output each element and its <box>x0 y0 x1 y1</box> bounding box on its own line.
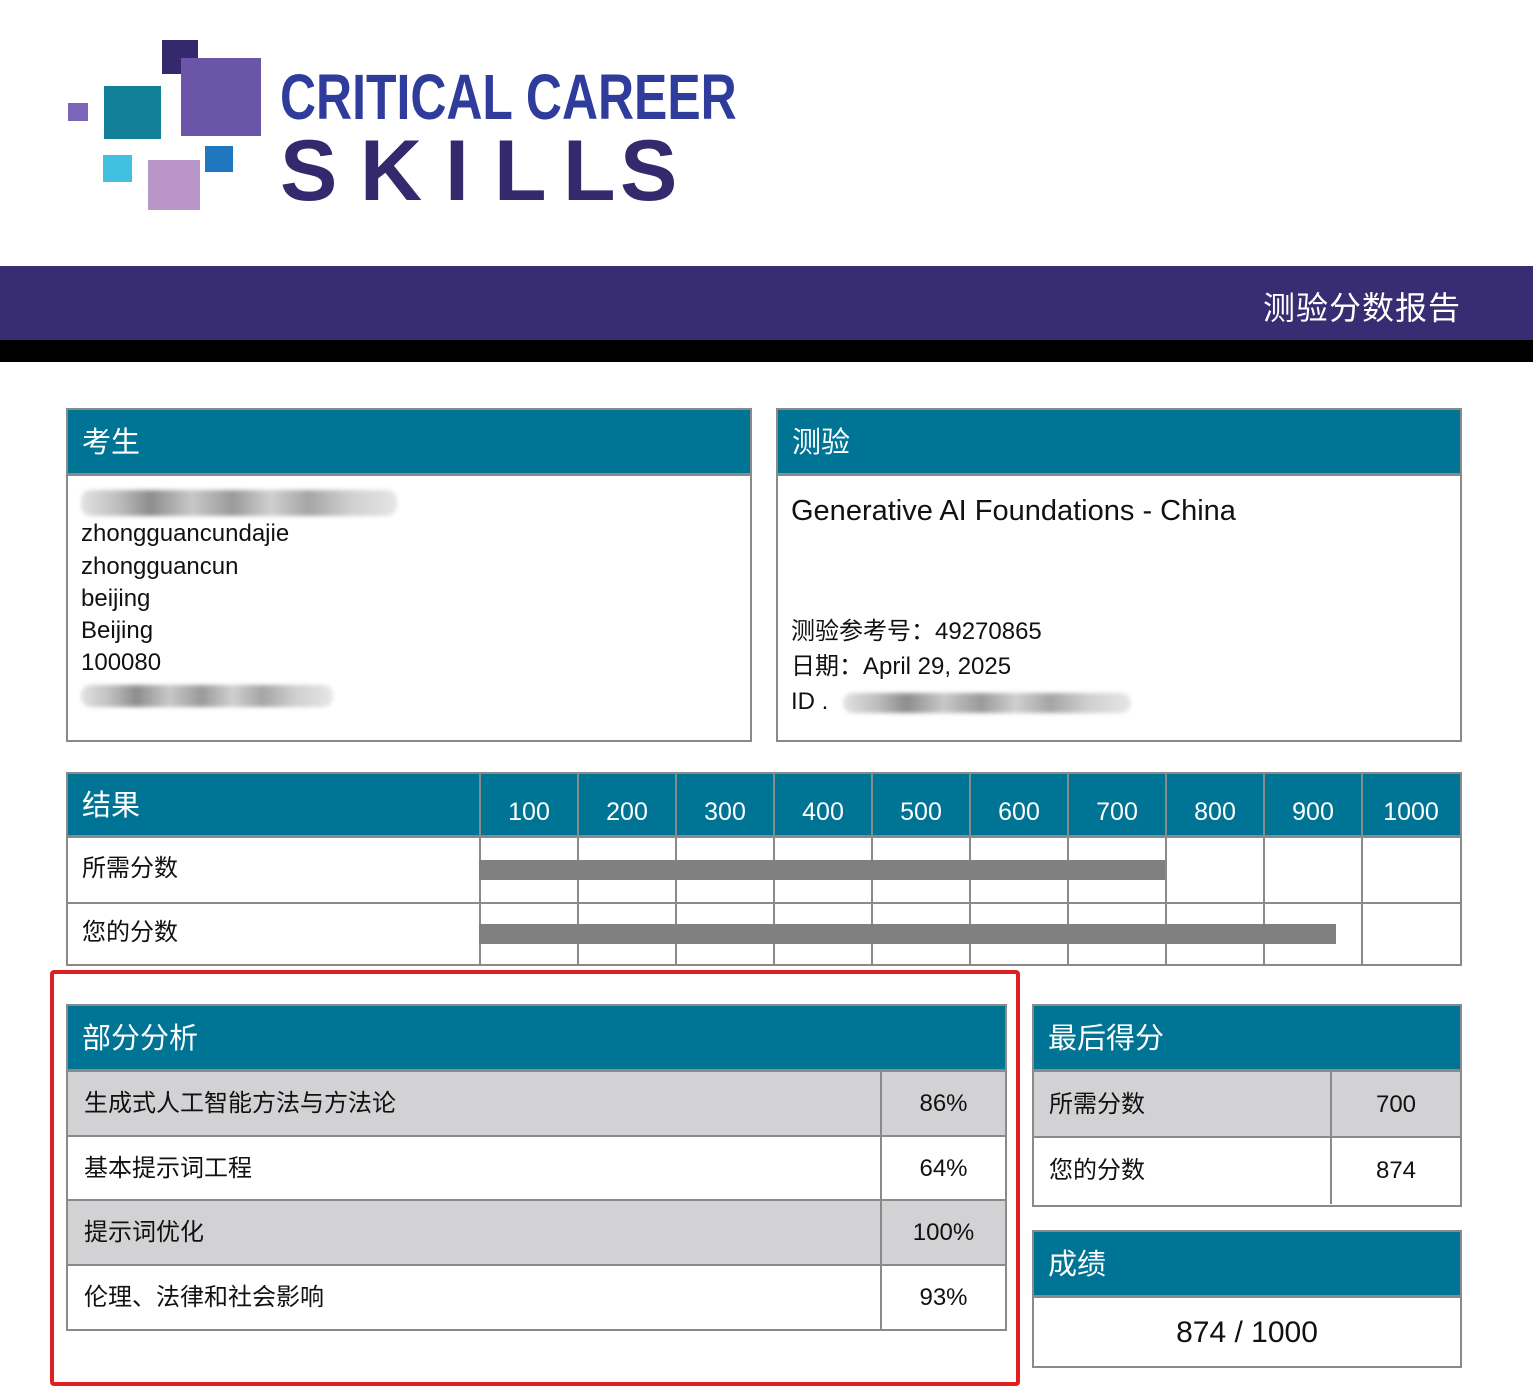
section-score: 86% <box>880 1072 1005 1135</box>
x-tick-label: 300 <box>704 798 746 826</box>
results-header-row: 结果 100 200 300 400 500 600 700 800 900 1000 <box>68 774 1460 838</box>
x-tick-label: 600 <box>998 798 1040 826</box>
address-line: zhongguancun <box>81 552 239 580</box>
candidate-panel: 考生 zhongguancundajie zhongguancun beijin… <box>66 408 752 742</box>
section-score: 93% <box>880 1265 1005 1330</box>
candidate-name-redacted <box>81 486 750 518</box>
logo-square-teal <box>104 86 161 139</box>
logo-letter: S <box>280 123 338 219</box>
test-date: 日期：April 29, 2025 <box>791 653 1012 680</box>
table-row: 生成式人工智能方法与方法论 86% <box>68 1072 1005 1137</box>
section-analysis-panel: 部分分析 生成式人工智能方法与方法论 86% 基本提示词工程 64% 提示词优化… <box>66 1004 1007 1331</box>
logo-letter: K <box>360 123 423 219</box>
grid-line-horizontal <box>68 902 1460 904</box>
table-row: 提示词优化 100% <box>68 1201 1005 1266</box>
section-name: 提示词优化 <box>84 1219 204 1246</box>
logo-square-lilac <box>148 160 200 210</box>
section-name: 基本提示词工程 <box>84 1154 252 1182</box>
logo-letter: S <box>620 123 678 219</box>
test-id: ID . <box>791 684 1132 719</box>
grade-title: 成绩 <box>1034 1232 1460 1298</box>
table-row: 您的分数 874 <box>1034 1138 1460 1204</box>
x-tick-label: 100 <box>508 798 550 826</box>
section-score: 100% <box>880 1201 1005 1264</box>
report-title: 测验分数报告 <box>1262 290 1461 326</box>
your-score-label: 您的分数 <box>82 919 178 946</box>
section-score: 64% <box>880 1136 1005 1199</box>
test-panel: 测验 Generative AI Foundations - China 测验参… <box>776 408 1462 742</box>
address-line: zhongguancundajie <box>81 520 290 548</box>
grade-panel: 成绩 874 / 1000 <box>1032 1230 1462 1368</box>
test-date-value: April 29, 2025 <box>863 653 1012 680</box>
x-tick-label: 200 <box>606 798 648 826</box>
logo-square-purple <box>181 58 261 136</box>
candidate-panel-title: 考生 <box>68 410 750 476</box>
grid-line-vertical <box>1361 774 1363 964</box>
test-reference-value: 49270865 <box>935 618 1042 645</box>
results-chart: 结果 100 200 300 400 500 600 700 800 900 1000 所需分数 … <box>66 772 1462 966</box>
required-score-label: 所需分数 <box>1049 1091 1145 1118</box>
your-score-value: 874 <box>1330 1138 1460 1204</box>
grade-value: 874 / 1000 <box>1176 1316 1318 1349</box>
candidate-email-redacted <box>81 680 750 712</box>
required-score-bar <box>479 860 1165 880</box>
section-name: 生成式人工智能方法与方法论 <box>84 1090 396 1117</box>
address-line: 100080 <box>81 649 162 677</box>
results-title: 结果 <box>82 790 141 822</box>
your-score-label: 您的分数 <box>1049 1157 1145 1184</box>
final-score-panel: 最后得分 所需分数 700 您的分数 874 <box>1032 1004 1462 1207</box>
table-row: 所需分数 700 <box>1034 1072 1460 1138</box>
report-header-bar: 测验分数报告 <box>0 266 1533 340</box>
test-reference: 测验参考号：49270865 <box>791 618 1042 645</box>
required-score-value: 700 <box>1330 1072 1460 1136</box>
address-line: Beijing <box>81 617 154 645</box>
logo-text-critical-career: CRITICAL CAREER <box>280 61 737 133</box>
section-analysis-title: 部分分析 <box>68 1006 1005 1072</box>
test-panel-title: 测验 <box>778 410 1460 476</box>
header-divider <box>0 340 1533 362</box>
table-row: 基本提示词工程 64% <box>68 1136 1005 1201</box>
logo-square-mid-blue <box>205 146 233 172</box>
x-tick-label: 400 <box>802 798 844 826</box>
x-tick-label: 1000 <box>1383 798 1439 826</box>
logo-square-light-blue <box>103 155 132 182</box>
table-row: 伦理、法律和社会影响 93% <box>68 1265 1005 1330</box>
company-logo: CRITICAL CAREER S K I L L S <box>0 0 737 230</box>
test-id-redacted <box>843 692 1132 713</box>
x-tick-label: 800 <box>1194 798 1236 826</box>
logo-letter: L <box>563 123 616 219</box>
your-score-bar <box>479 924 1336 944</box>
candidate-address: zhongguancundajie zhongguancun beijing B… <box>68 476 750 712</box>
logo-letter: I <box>445 123 469 219</box>
required-score-label: 所需分数 <box>82 855 178 882</box>
test-name: Generative AI Foundations - China <box>791 495 1236 527</box>
address-line: beijing <box>81 584 151 612</box>
x-tick-label: 900 <box>1292 798 1334 826</box>
logo-letter: L <box>494 123 547 219</box>
logo-square-small-violet <box>68 103 88 121</box>
final-score-title: 最后得分 <box>1034 1006 1460 1072</box>
x-tick-label: 700 <box>1096 798 1138 826</box>
x-tick-label: 500 <box>900 798 942 826</box>
test-meta: 测验参考号：49270865 日期：April 29, 2025 ID . <box>791 614 1132 719</box>
section-analysis-table: 生成式人工智能方法与方法论 86% 基本提示词工程 64% 提示词优化 100%… <box>68 1072 1005 1330</box>
section-name: 伦理、法律和社会影响 <box>84 1283 324 1311</box>
